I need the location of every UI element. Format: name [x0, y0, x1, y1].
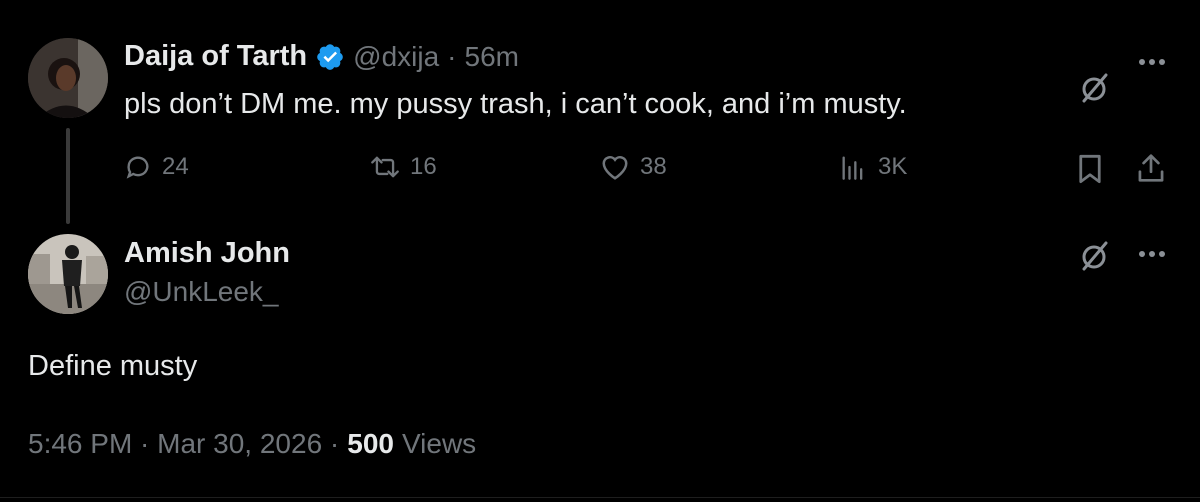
- verified-badge-icon: [315, 42, 345, 72]
- grok-slash-icon[interactable]: [1078, 70, 1112, 106]
- reply-bubble-icon: [124, 153, 152, 181]
- author-name[interactable]: Daija of Tarth: [124, 40, 307, 73]
- reply-button[interactable]: 24: [124, 153, 189, 181]
- views-bars-icon: [838, 153, 868, 181]
- repost-button[interactable]: 16: [370, 153, 437, 181]
- more-dots-icon[interactable]: [1134, 52, 1170, 72]
- bookmark-icon[interactable]: [1074, 152, 1106, 186]
- like-count: 38: [640, 153, 667, 180]
- thread-connector-line: [66, 128, 70, 224]
- repost-count: 16: [410, 153, 437, 180]
- author-handle[interactable]: @UnkLeek_: [124, 276, 279, 308]
- tweet-text: pls don’t DM me. my pussy trash, i can’t…: [124, 88, 907, 120]
- author-name[interactable]: Amish John: [124, 237, 290, 270]
- avatar[interactable]: [28, 38, 108, 118]
- reply-count: 24: [162, 153, 189, 180]
- dot-separator: ·: [447, 40, 457, 72]
- grok-slash-icon[interactable]: [1078, 238, 1112, 274]
- tweet-time[interactable]: 56m: [465, 41, 519, 73]
- reply-text: Define musty: [28, 350, 198, 382]
- repost-icon: [370, 153, 400, 181]
- avatar[interactable]: [28, 234, 108, 314]
- reply-views-count: 500: [347, 428, 394, 459]
- more-dots-icon[interactable]: [1134, 244, 1170, 264]
- views-count: 3K: [878, 153, 908, 180]
- reply-timestamp[interactable]: 5:46 PM · Mar 30, 2026 ·: [28, 428, 339, 460]
- author-handle[interactable]: @dxija: [353, 41, 439, 73]
- like-button[interactable]: 38: [600, 153, 667, 181]
- divider: [0, 497, 1200, 498]
- share-icon[interactable]: [1134, 150, 1168, 186]
- reply-views-label: Views: [401, 428, 477, 459]
- tweet-meta: 5:46 PM · Mar 30, 2026 · 500 Views: [28, 428, 476, 460]
- heart-icon: [600, 153, 630, 181]
- views-button[interactable]: 3K: [838, 153, 907, 181]
- tweet-header: Daija of Tarth @dxija · 56m: [124, 40, 519, 73]
